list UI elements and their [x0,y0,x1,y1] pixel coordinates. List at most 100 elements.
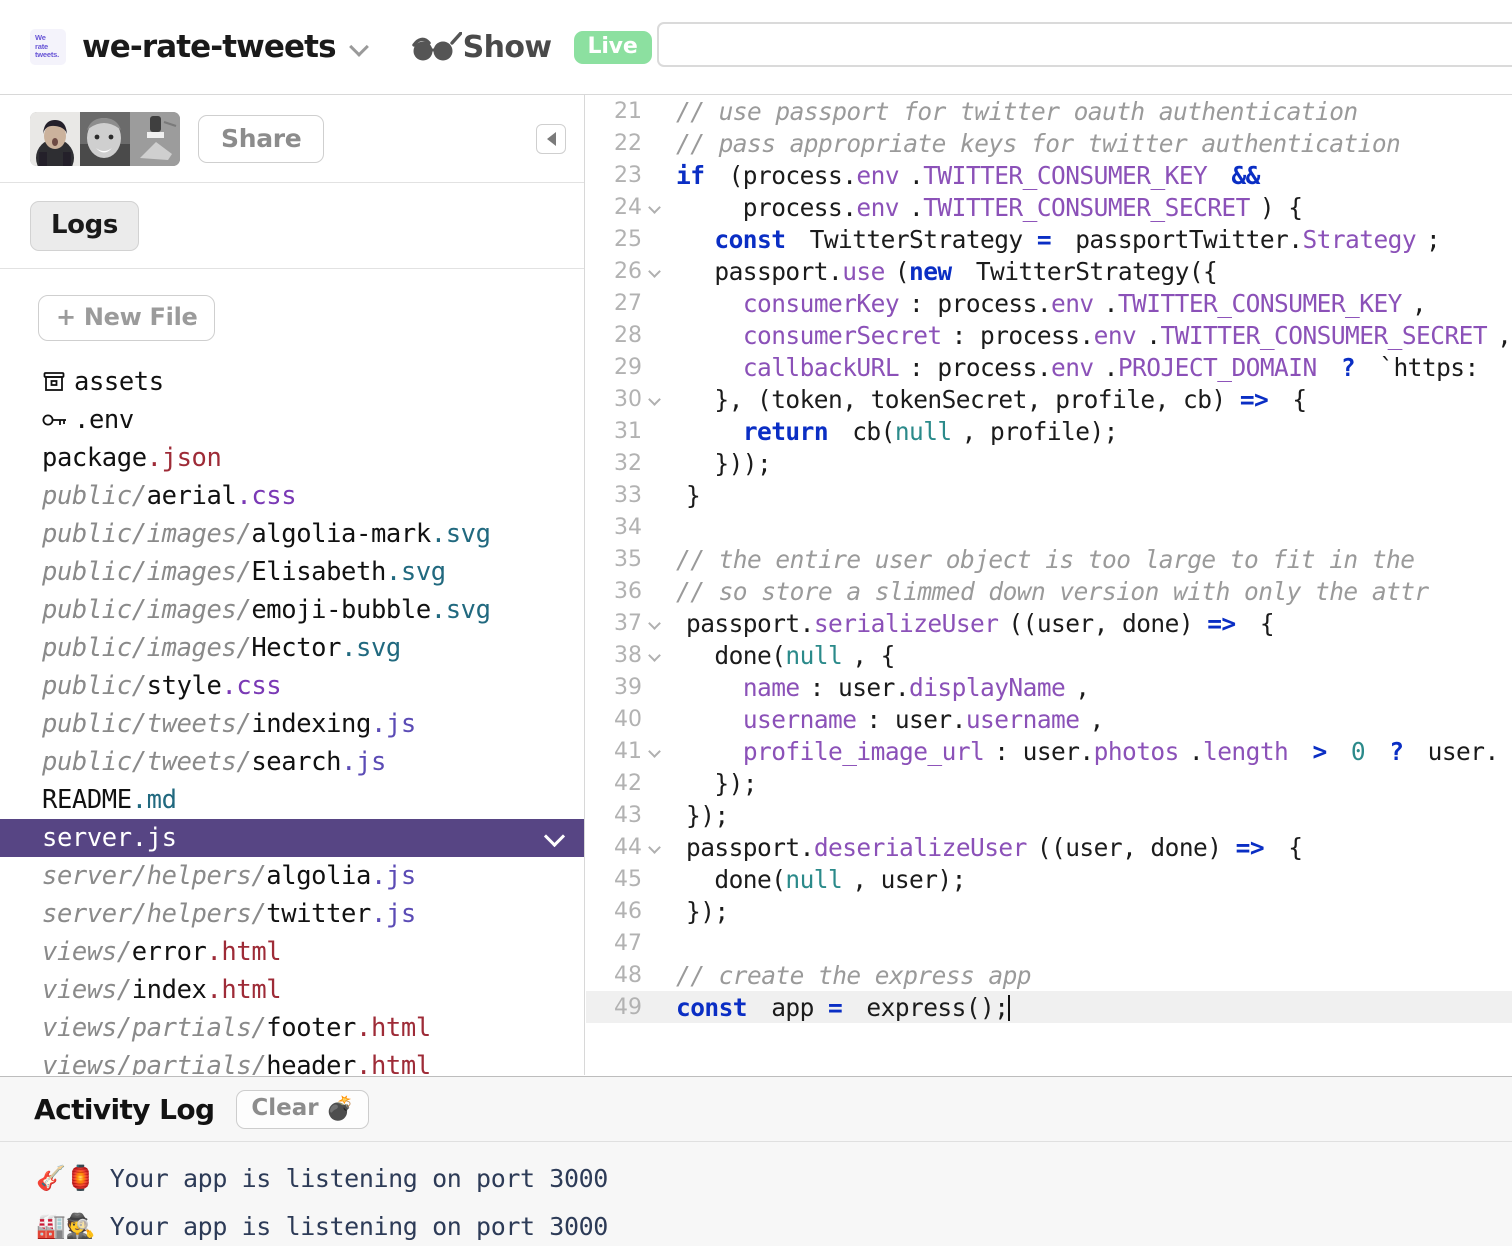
project-name[interactable]: we-rate-tweets [82,29,337,65]
file-list-item[interactable]: server/helpers/twitter .js [0,895,584,933]
new-file-row: + New File [0,269,584,351]
code-line[interactable]: 37 passport.serializeUser ((user, done) =>… [586,607,1512,639]
line-number: 30 [614,386,642,412]
code-line[interactable]: 29 callbackURL: process.env .PROJECT_DOMA… [586,351,1512,383]
file-list-item[interactable]: public/images/algolia-mark .svg [0,515,584,553]
code-line[interactable]: 47 [586,927,1512,959]
avatar[interactable] [80,111,130,166]
code-line[interactable]: 42 }); [586,767,1512,799]
file-list-item[interactable]: public/aerial .css [0,477,584,515]
token-src: }); [686,768,758,798]
code-line[interactable]: 31 return cb(null , profile); [586,415,1512,447]
code-line[interactable]: 41 profile_image_url: user.photos .length… [586,735,1512,767]
file-basename: error [131,937,207,967]
activity-log-header: Activity Log Clear 💣 [0,1077,1512,1142]
file-list-item[interactable]: assets [0,363,584,401]
code-text: } [666,480,701,510]
code-line[interactable]: 24 process.env .TWITTER_CONSUMER_SECRET) … [586,191,1512,223]
code-text: }); [666,769,757,798]
token-src [676,353,743,382]
token-prp: env [856,160,900,190]
chevron-down-icon[interactable] [544,828,564,848]
new-file-button[interactable]: + New File [38,295,216,341]
file-list-item-selected[interactable]: server .js [0,819,584,857]
line-number: 47 [614,930,642,956]
code-line[interactable]: 46}); [586,895,1512,927]
code-line[interactable]: 21 // use passport for twitter oauth auth… [586,95,1512,127]
code-line[interactable]: 28 consumerSecret: process.env .TWITTER_C… [586,319,1512,351]
line-number: 46 [614,898,642,924]
code-line[interactable]: 39 name: user.displayName, [586,671,1512,703]
show-button[interactable]: Show Live [410,30,652,65]
sidebar-logs-row: Logs [0,183,584,269]
logo-line-3: tweets. [35,50,60,60]
file-list-item[interactable]: server/helpers/algolia .js [0,857,584,895]
code-line[interactable]: 48 // create the express app [586,959,1512,991]
file-basename: aerial [146,481,237,511]
collaborator-avatars[interactable] [30,111,180,166]
token-src: . [1103,352,1119,382]
file-list-item[interactable]: public/images/Elisabeth .svg [0,553,584,591]
line-number: 36 [614,578,642,604]
code-line[interactable]: 45 done(null , user); [586,863,1512,895]
file-list-item[interactable]: public/style .css [0,667,584,705]
token-src: passportTwitter. [1061,224,1303,254]
code-line[interactable]: 33} [586,479,1512,511]
token-prp: serializeUser [813,608,999,638]
file-list-item[interactable]: README .md [0,781,584,819]
avatar[interactable] [130,111,180,166]
url-input[interactable] [657,22,1512,67]
file-directory: views/ [42,937,132,967]
token-src: app [757,992,829,1022]
line-number: 31 [614,418,642,444]
file-directory: public/tweets/ [42,747,252,777]
code-line[interactable]: 26 passport.use (new TwitterStrategy({ [586,255,1512,287]
code-line[interactable]: 40 username: user.username, [586,703,1512,735]
project-brand[interactable]: We rate tweets. we-rate-tweets [0,29,368,65]
file-list-item[interactable]: public/tweets/search .js [0,743,584,781]
file-list-item[interactable]: views/index .html [0,971,584,1009]
file-list-item[interactable]: package .json [0,439,584,477]
file-basename: package [42,443,147,473]
code-line-active[interactable]: 49 const app = express(); [586,991,1512,1023]
code-line[interactable]: 43}); [586,799,1512,831]
share-button[interactable]: Share [198,114,325,163]
file-list-item[interactable]: public/images/Hector .svg [0,629,584,667]
logs-button[interactable]: Logs [30,200,139,251]
token-src: cb( [838,416,895,446]
code-line[interactable]: 30 }, (token, tokenSecret, profile, cb) … [586,383,1512,415]
clear-log-label: Clear [251,1095,319,1121]
chevron-down-icon[interactable] [350,38,368,56]
code-line[interactable]: 38 done(null , { [586,639,1512,671]
code-line[interactable]: 44 passport.deserializeUser ((user, done) … [586,831,1512,863]
clear-log-button[interactable]: Clear 💣 [236,1089,370,1129]
file-list-item[interactable]: views/error .html [0,933,584,971]
code-line[interactable]: 34 [586,511,1512,543]
token-src: `https: [1365,352,1479,382]
token-kw: const [714,224,786,254]
code-line[interactable]: 35 // the entire user object is too large… [586,543,1512,575]
code-line[interactable]: 22 // pass appropriate keys for twitter a… [586,127,1512,159]
code-line[interactable]: 25 const TwitterStrategy = passportTwitt… [586,223,1512,255]
code-line[interactable]: 27 consumerKey: process.env .TWITTER_CONS… [586,287,1512,319]
file-list-item[interactable]: views/partials/footer .html [0,1009,584,1047]
token-src: } [686,480,701,510]
code-line[interactable]: 36 // so store a slimmed down version wit… [586,575,1512,607]
token-prp: PROJECT_DOMAIN [1117,352,1317,382]
file-list-item[interactable]: public/images/emoji-bubble .svg [0,591,584,629]
token-op: > [1312,736,1327,766]
file-basename: header [266,1051,357,1075]
file-list-item[interactable]: public/tweets/indexing .js [0,705,584,743]
file-list-item[interactable]: views/partials/header .html [0,1047,584,1075]
collapse-sidebar-button[interactable] [536,123,566,154]
code-line[interactable]: 32 })); [586,447,1512,479]
code-text: if (process.env .TWITTER_CONSUMER_KEY && [666,161,1260,190]
code-line[interactable]: 23 if (process.env .TWITTER_CONSUMER_KEY &… [586,159,1512,191]
code-editor[interactable]: 21 // use passport for twitter oauth auth… [586,95,1512,1075]
file-list-item[interactable]: .env [0,401,584,439]
avatar[interactable] [30,111,80,166]
token-src: }); [686,800,729,830]
token-src [676,705,743,734]
token-src: : process. [909,288,1052,318]
token-src: TwitterStrategy [795,224,1037,254]
